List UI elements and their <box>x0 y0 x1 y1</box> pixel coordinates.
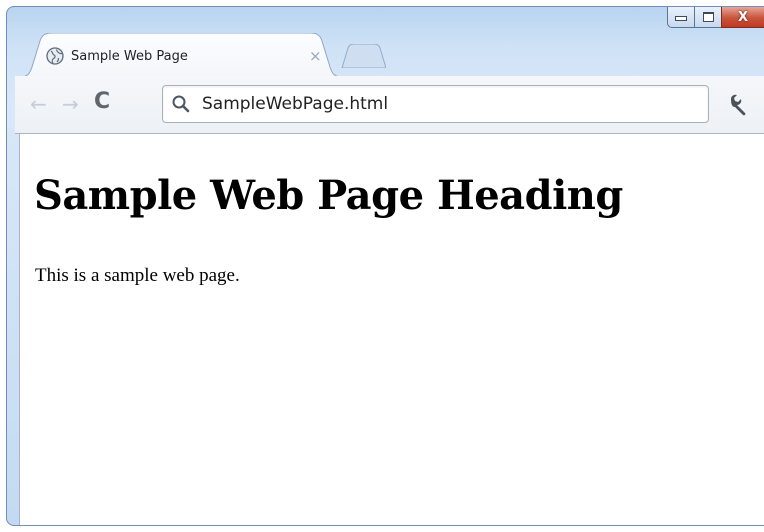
back-button[interactable]: ← <box>30 94 47 114</box>
browser-toolbar: ← → C SampleWebPage.html <box>15 76 764 134</box>
wrench-icon[interactable] <box>727 93 751 117</box>
reload-button[interactable]: C <box>94 91 110 113</box>
maximize-icon <box>702 12 714 22</box>
maximize-button[interactable] <box>694 7 721 28</box>
tab-title: Sample Web Page <box>71 49 188 64</box>
address-bar-text[interactable]: SampleWebPage.html <box>202 94 388 114</box>
tab-close-button[interactable]: × <box>309 47 322 65</box>
page-heading: Sample Web Page Heading <box>34 172 623 219</box>
window-caption-buttons: X <box>667 7 764 29</box>
address-bar[interactable]: SampleWebPage.html <box>162 85 709 123</box>
minimize-icon <box>675 16 687 21</box>
new-tab-button[interactable] <box>340 44 386 68</box>
close-window-button[interactable]: X <box>721 7 764 28</box>
minimize-button[interactable] <box>667 7 694 28</box>
globe-icon <box>46 47 64 65</box>
page-paragraph: This is a sample web page. <box>35 265 240 286</box>
page-content: Sample Web Page Heading This is a sample… <box>19 134 764 525</box>
search-icon <box>172 95 190 113</box>
close-icon: X <box>737 9 749 25</box>
forward-button[interactable]: → <box>62 94 79 114</box>
